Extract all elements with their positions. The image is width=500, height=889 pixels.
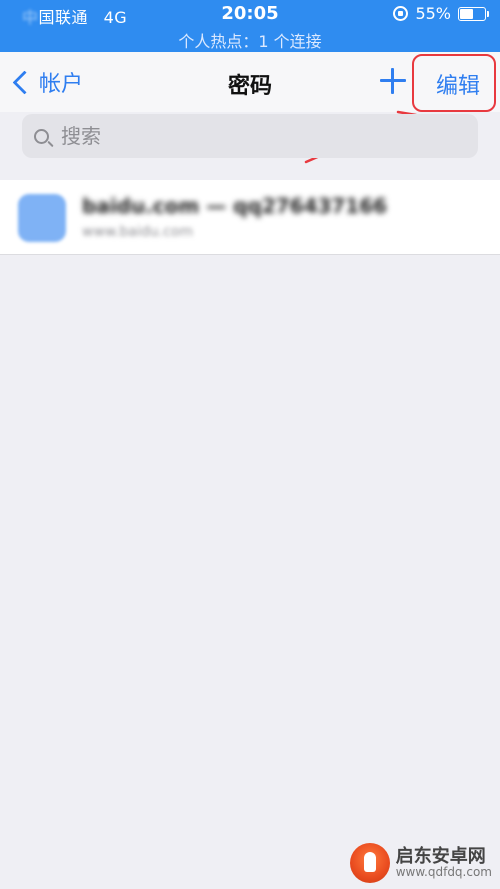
watermark-url: www.qdfdq.com	[395, 865, 492, 880]
search-icon	[34, 128, 49, 144]
item-title: baidu.com — qq276437166	[82, 194, 388, 218]
password-list: baidu.com — qq276437166 www.baidu.com	[0, 180, 500, 254]
key-icon	[18, 194, 66, 242]
watermark-name: 启东安卓网	[395, 845, 486, 867]
divider	[0, 254, 500, 255]
list-item[interactable]: baidu.com — qq276437166 www.baidu.com	[0, 180, 500, 254]
watermark: 启东安卓网 www.qdfdq.com	[349, 843, 492, 883]
search-input[interactable]	[59, 123, 443, 149]
search-bar[interactable]	[22, 114, 478, 158]
watermark-text: 启东安卓网 www.qdfdq.com	[395, 845, 492, 880]
item-subtitle: www.baidu.com	[82, 224, 193, 240]
watermark-logo-icon	[349, 843, 390, 883]
